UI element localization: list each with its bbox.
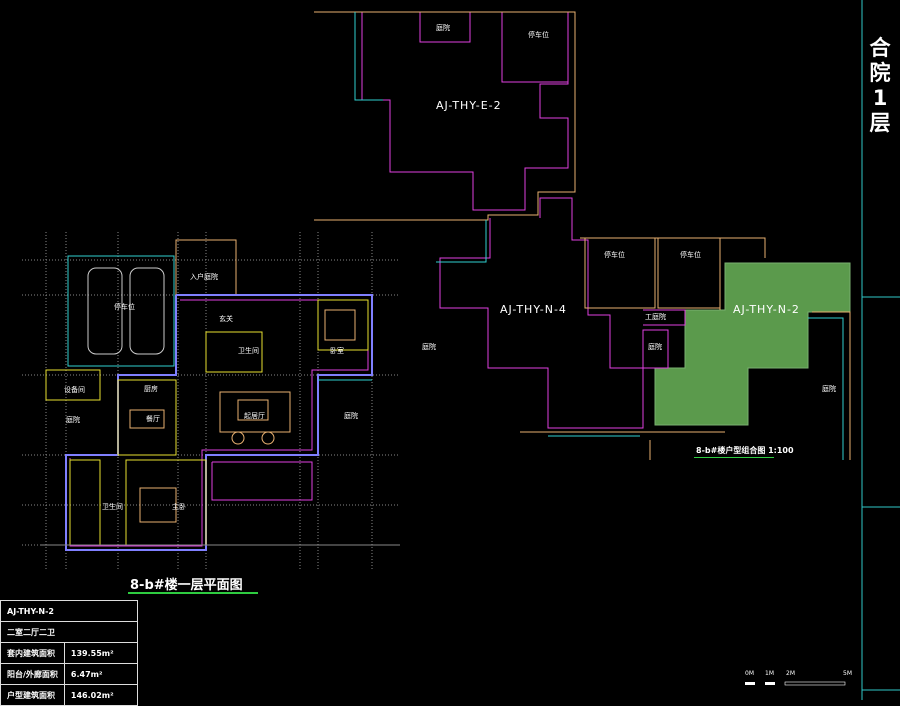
- area-row-label: 户型建筑面积: [0, 684, 65, 706]
- room-bedroom: 卧室: [330, 347, 344, 355]
- room-foyer: 玄关: [219, 315, 233, 323]
- room-kitchen: 厨房: [144, 385, 158, 393]
- unit-label-n2: AJ-THY-N-2: [733, 303, 800, 316]
- table-row: AJ-THY-N-2: [0, 600, 138, 622]
- unit-n2-fill: [654, 262, 851, 426]
- plan-title: 8-b#楼一层平面图: [130, 578, 243, 593]
- area-table: AJ-THY-N-2 二室二厅二卫 套内建筑面积 139.55m² 阳台/外廊面…: [0, 600, 138, 706]
- room-right-yard: 庭院: [648, 343, 662, 351]
- area-row-value: 139.55m²: [63, 642, 138, 664]
- unit-label-e2: AJ-THY-E-2: [436, 99, 502, 112]
- table-row: 阳台/外廊面积 6.47m²: [0, 663, 138, 685]
- room-right-yard-small: 工庭院: [645, 313, 666, 321]
- room-garage: 停车位: [114, 303, 135, 311]
- room-master-bed: 主卧: [172, 503, 186, 511]
- combo-title-underline: [694, 457, 774, 458]
- table-row: 套内建筑面积 139.55m²: [0, 642, 138, 664]
- room-dining: 餐厅: [146, 415, 160, 423]
- room-equipment: 设备间: [64, 386, 85, 394]
- room-yard-w: 庭院: [66, 416, 80, 424]
- unit-label-n4: AJ-THY-N-4: [500, 303, 567, 316]
- room-bath: 卫生间: [238, 347, 259, 355]
- area-row-label: 阳台/外廊面积: [0, 663, 65, 685]
- room-master-bath: 卫生间: [102, 503, 123, 511]
- room-right-court: 庭院: [822, 385, 836, 393]
- area-table-unit: AJ-THY-N-2: [0, 600, 138, 622]
- scale-bar: [745, 681, 846, 686]
- floor-plan: [22, 232, 400, 570]
- area-row-value: 146.02m²: [63, 684, 138, 706]
- room-living: 起居厅: [244, 412, 265, 420]
- scale-label: 2M: [786, 670, 795, 677]
- table-row: 户型建筑面积 146.02m²: [0, 684, 138, 706]
- combination-plan: [314, 11, 851, 460]
- area-table-layout: 二室二厅二卫: [0, 621, 138, 643]
- room-court-left: 庭院: [422, 343, 436, 351]
- scale-label: 1M: [765, 670, 774, 677]
- combo-title: 8-b#楼户型组合图 1:100: [696, 446, 794, 455]
- room-right-parking-1: 停车位: [604, 251, 625, 259]
- table-row: 二室二厅二卫: [0, 621, 138, 643]
- area-row-label: 套内建筑面积: [0, 642, 65, 664]
- scale-label: 0M: [745, 670, 754, 677]
- room-top-parking: 停车位: [528, 31, 549, 39]
- room-top-yard: 庭院: [436, 24, 450, 32]
- area-row-value: 6.47m²: [63, 663, 138, 685]
- side-title: 合院1层: [869, 36, 891, 135]
- plan-title-underline: [128, 592, 258, 594]
- room-right-parking-2: 停车位: [680, 251, 701, 259]
- room-entrance-court: 入户庭院: [190, 273, 218, 281]
- scale-label: 5M: [843, 670, 852, 677]
- room-yard-e: 庭院: [344, 412, 358, 420]
